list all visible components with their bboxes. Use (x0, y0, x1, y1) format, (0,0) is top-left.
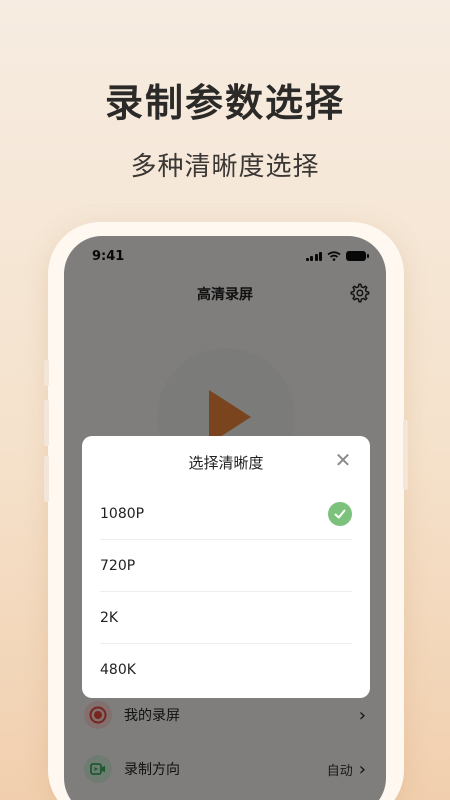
option-label: 480K (100, 662, 136, 678)
option-label: 1080P (100, 505, 145, 522)
option-label: 2K (100, 609, 119, 626)
option-1080p[interactable]: 1080P (100, 488, 352, 540)
option-480k[interactable]: 480K (100, 644, 352, 696)
option-720p[interactable]: 720P (100, 540, 352, 592)
close-icon[interactable]: ✕ (332, 449, 354, 471)
headline: 录制参数选择 (104, 81, 345, 125)
check-icon (328, 501, 352, 526)
option-label: 720P (100, 557, 136, 574)
resolution-dialog: 选择清晰度 ✕ 1080P 720P 2K 480K (82, 436, 370, 698)
phone-side-button (44, 360, 49, 386)
subline: 多种清晰度选择 (130, 152, 320, 182)
option-2k[interactable]: 2K (100, 592, 352, 644)
phone-side-button (403, 420, 408, 490)
dialog-title: 选择清晰度 (188, 454, 264, 472)
phone-side-button (44, 400, 49, 446)
phone-side-button (44, 456, 49, 502)
